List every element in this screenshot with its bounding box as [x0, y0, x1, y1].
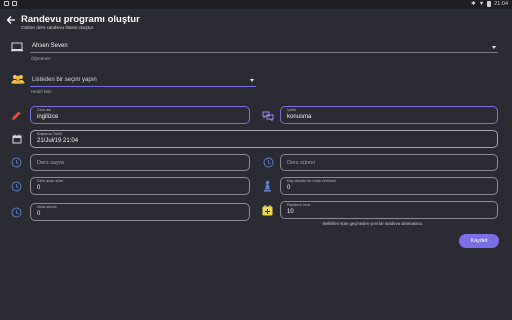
back-arrow-icon[interactable]	[6, 15, 16, 25]
target-audience-select[interactable]: Listeden bir seçim yapın	[30, 73, 256, 87]
teacher-desk-icon	[11, 42, 23, 52]
target-label: Hedef kitle	[31, 89, 52, 94]
page-title: Randevu programı oluştur	[21, 14, 140, 25]
image-icon	[12, 1, 17, 6]
clock-icon	[11, 207, 22, 218]
appointment-block-field[interactable]: Randevu blok 10	[280, 201, 498, 219]
lesson-name-value: ingilizce	[37, 114, 59, 120]
clock-icon	[11, 181, 22, 192]
pencil-icon	[11, 110, 22, 121]
calendar-icon	[12, 134, 22, 144]
appointment-block-value: 10	[287, 209, 294, 215]
target-placeholder: Listeden bir seçim yapın	[32, 77, 97, 83]
start-date-value: 21/Jul/19 21:04	[37, 138, 79, 144]
calendar-plus-icon	[262, 205, 273, 216]
screenshot-icon	[4, 1, 9, 6]
lesson-duration-placeholder: Ders süresi	[287, 160, 315, 166]
chess-pawn-icon	[263, 180, 272, 192]
status-bar: ✱ ▼ 21:04	[0, 0, 512, 9]
break-duration-field[interactable]: Mola süresi 0	[30, 203, 250, 221]
save-button[interactable]: Kaydet	[459, 234, 499, 248]
lesson-count-placeholder: Ders sayısı	[37, 160, 65, 166]
lesson-name-field[interactable]: Ders adı ingilizce	[30, 106, 250, 124]
break-after-label: Kaç dersde bir mola verilmeli	[287, 179, 336, 183]
break-duration-value: 0	[37, 211, 41, 217]
bluetooth-icon: ✱	[471, 1, 476, 7]
lesson-name-label: Ders adı	[37, 108, 52, 112]
break-after-value: 0	[287, 185, 291, 191]
helper-note: Belirtilen süre geçmeden yeni bir randev…	[323, 221, 423, 226]
group-icon	[11, 74, 25, 84]
page-subtitle: Online ders randevu listesi oluştur	[21, 26, 94, 31]
lesson-duration-field[interactable]: Ders süresi	[280, 154, 498, 171]
break-after-field[interactable]: Kaç dersde bir mola verilmeli 0	[280, 177, 498, 195]
start-date-label: Başlama Tarihi	[37, 132, 62, 136]
break-duration-label: Mola süresi	[37, 205, 57, 209]
chat-bubbles-icon	[262, 111, 274, 121]
chevron-down-icon	[492, 46, 496, 49]
teacher-label: Öğretmen	[31, 56, 51, 61]
clock-icon	[11, 157, 22, 168]
battery-icon	[487, 1, 492, 7]
between-lessons-value: 0	[37, 185, 41, 191]
topic-field[interactable]: İçerik konusma	[280, 106, 498, 124]
topic-value: konusma	[287, 114, 312, 120]
clock-icon	[263, 157, 274, 168]
teacher-select[interactable]: Ahsen Seven	[30, 40, 498, 53]
between-lessons-label: Ders arası süre	[37, 179, 63, 183]
topic-label: İçerik	[287, 108, 297, 112]
teacher-value: Ahsen Seven	[32, 43, 68, 49]
clock: 21:04	[494, 1, 508, 7]
lesson-count-field[interactable]: Ders sayısı	[30, 154, 250, 171]
start-date-field[interactable]: Başlama Tarihi 21/Jul/19 21:04	[30, 130, 498, 148]
appointment-block-label: Randevu blok	[287, 203, 311, 207]
between-lessons-field[interactable]: Ders arası süre 0	[30, 177, 250, 195]
chevron-down-icon	[250, 79, 254, 82]
wifi-icon: ▼	[478, 1, 485, 7]
app-toolbar: Randevu programı oluştur Online ders ran…	[0, 9, 512, 35]
